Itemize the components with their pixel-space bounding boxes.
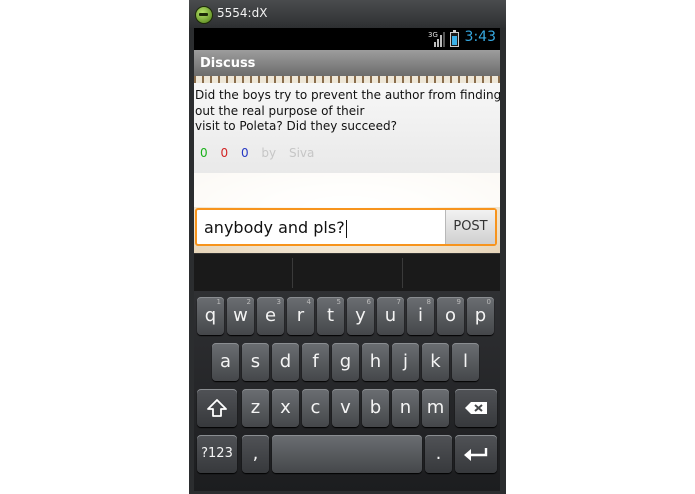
reply-input[interactable]: anybody and pls? bbox=[197, 210, 449, 244]
space-key[interactable] bbox=[272, 435, 422, 473]
notebook-spiral bbox=[194, 76, 500, 83]
text-caret bbox=[345, 219, 347, 238]
question-text: Did the boys try to prevent the author f… bbox=[195, 88, 500, 135]
key-r[interactable]: r4 bbox=[287, 297, 314, 335]
status-clock: 3:43 bbox=[464, 29, 496, 45]
key-k[interactable]: k bbox=[422, 343, 449, 381]
key-i[interactable]: i8 bbox=[407, 297, 434, 335]
vote-counts: 0 0 0 by Siva bbox=[200, 146, 323, 160]
symbols-key[interactable]: ?123 bbox=[197, 435, 237, 473]
battery-icon bbox=[450, 30, 459, 47]
suggestion-strip bbox=[194, 253, 500, 292]
key-c[interactable]: c bbox=[302, 389, 329, 427]
up-vote-count[interactable]: 0 bbox=[200, 146, 208, 160]
key-b[interactable]: b bbox=[362, 389, 389, 427]
key-a[interactable]: a bbox=[212, 343, 239, 381]
post-button[interactable]: POST bbox=[445, 210, 495, 244]
page-title: Discuss bbox=[194, 50, 500, 76]
key-p[interactable]: p0 bbox=[467, 297, 494, 335]
key-x[interactable]: x bbox=[272, 389, 299, 427]
key-h[interactable]: h bbox=[362, 343, 389, 381]
answer-list bbox=[194, 173, 500, 207]
question-card[interactable]: Did the boys try to prevent the author f… bbox=[194, 83, 500, 173]
key-j[interactable]: j bbox=[392, 343, 419, 381]
key-o[interactable]: o9 bbox=[437, 297, 464, 335]
key-z[interactable]: z bbox=[242, 389, 269, 427]
down-vote-count[interactable]: 0 bbox=[220, 146, 228, 160]
backspace-icon bbox=[465, 402, 487, 414]
key-n[interactable]: n bbox=[392, 389, 419, 427]
key-u[interactable]: u7 bbox=[377, 297, 404, 335]
signal-icon: 3G bbox=[428, 31, 445, 47]
status-bar: 3G 3:43 bbox=[194, 28, 500, 50]
key-v[interactable]: v bbox=[332, 389, 359, 427]
shift-key[interactable] bbox=[197, 389, 237, 427]
android-emulator-icon bbox=[195, 6, 213, 24]
key-f[interactable]: f bbox=[302, 343, 329, 381]
key-s[interactable]: s bbox=[242, 343, 269, 381]
key-d[interactable]: d bbox=[272, 343, 299, 381]
window-title: 5554:dX bbox=[217, 6, 268, 20]
enter-arrow-icon bbox=[464, 448, 488, 461]
key-y[interactable]: y6 bbox=[347, 297, 374, 335]
key-q[interactable]: q1 bbox=[197, 297, 224, 335]
key-w[interactable]: w2 bbox=[227, 297, 254, 335]
key-l[interactable]: l bbox=[452, 343, 479, 381]
key-m[interactable]: m bbox=[422, 389, 449, 427]
neutral-vote-count[interactable]: 0 bbox=[241, 146, 249, 160]
reply-composer: anybody and pls? POST bbox=[195, 208, 497, 246]
question-line: out the real purpose of their bbox=[195, 103, 365, 118]
key-e[interactable]: e3 bbox=[257, 297, 284, 335]
by-label: by bbox=[261, 146, 277, 160]
device-screen: 3G 3:43 Discuss Did the boys try to prev… bbox=[194, 28, 500, 491]
network-type: 3G bbox=[428, 31, 438, 39]
enter-key[interactable] bbox=[455, 435, 497, 473]
emulator-title-bar: 5554:dX bbox=[189, 0, 506, 28]
question-line: Did the boys try to prevent the author f… bbox=[195, 88, 500, 102]
soft-keyboard: q1 w2 e3 r4 t5 y6 u7 i8 o9 p0 a s d f g … bbox=[194, 291, 500, 491]
shift-arrow-icon bbox=[207, 399, 227, 417]
question-line: visit to Poleta? Did they succeed? bbox=[195, 119, 397, 133]
key-g[interactable]: g bbox=[332, 343, 359, 381]
author-name: Siva bbox=[288, 146, 315, 160]
emulator-window: 5554:dX 3G 3:43 Discuss Did the boys try… bbox=[189, 0, 506, 494]
reply-input-value: anybody and pls? bbox=[204, 218, 345, 237]
key-t[interactable]: t5 bbox=[317, 297, 344, 335]
period-key[interactable]: . bbox=[425, 435, 452, 473]
comma-key[interactable]: , bbox=[242, 435, 269, 473]
delete-key[interactable] bbox=[455, 389, 497, 427]
